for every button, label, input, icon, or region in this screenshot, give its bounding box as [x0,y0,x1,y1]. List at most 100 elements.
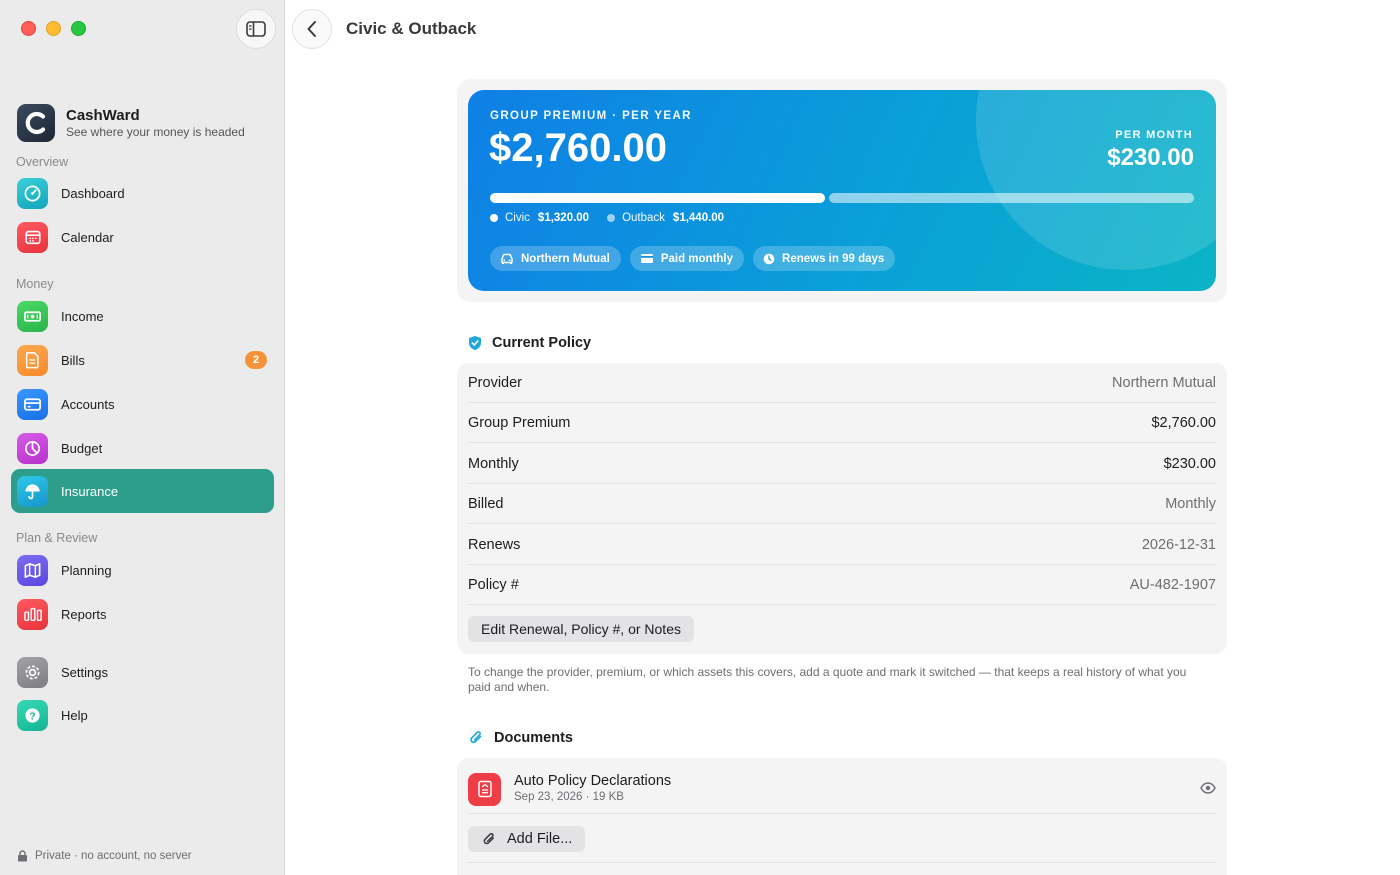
documents-card: Auto Policy Declarations Sep 23, 2026 · … [457,758,1227,875]
shield-check-icon [468,335,482,351]
map-icon [17,554,48,586]
hero-chips: Northern Mutual Paid monthly Renews in 9… [490,246,896,271]
sidebar-item-insurance[interactable]: Insurance [11,469,274,513]
documents-header: Documents [469,729,573,746]
chevron-left-icon [307,21,316,37]
toggle-sidebar-button[interactable] [236,9,276,49]
section-title: Current Policy [492,335,592,351]
sidebar-item-bills[interactable]: Bills 2 [11,338,274,382]
policy-row-provider: Provider Northern Mutual [468,363,1216,403]
sidebar-item-label: Help [61,707,88,723]
clock-icon [763,253,775,264]
lock-icon [18,850,27,862]
hero-kicker: GROUP PREMIUM · PER YEAR [490,110,692,122]
sidebar-item-accounts[interactable]: Accounts [11,382,274,426]
policy-row-billed: Billed Monthly [468,484,1216,524]
split-legend: Civic $1,320.00 Outback $1,440.00 [490,212,742,224]
sidebar-toggle-icon [246,21,266,37]
legend-name: Outback [622,212,665,224]
legend-value: $1,320.00 [537,212,590,224]
policy-row-policy-number: Policy # AU-482-1907 [468,565,1216,605]
sidebar-item-label: Settings [61,664,108,680]
policy-hint-text: To change the provider, premium, or whic… [468,665,1187,694]
sidebar-item-budget[interactable]: Budget [11,426,274,470]
divider [468,862,1216,863]
policy-details-card: Provider Northern Mutual Group Premium $… [457,363,1227,654]
card-icon [640,254,653,263]
premium-split-bar [490,193,1194,203]
gear-icon [17,656,48,688]
privacy-note: Private · no account, no server [17,850,192,862]
brand-tagline: See where your money is headed [66,124,245,139]
back-button[interactable] [292,9,332,49]
document-meta: Sep 23, 2026 · 19 KB [514,791,624,803]
legend-value: $1,440.00 [672,212,725,224]
hero-per-month-value: $230.00 [1107,144,1194,171]
preview-eye-icon[interactable] [1200,781,1216,799]
paperclip-icon [483,832,495,845]
pie-chart-icon [17,432,48,464]
section-label-plan: Plan & Review [16,531,98,545]
dashboard-icon [17,177,48,209]
sidebar-item-dashboard[interactable]: Dashboard [11,171,274,215]
sidebar-item-label: Bills [61,352,85,368]
sidebar-item-settings[interactable]: Settings [11,650,274,694]
section-label-overview: Overview [16,155,69,169]
hero-decoration [976,90,1216,270]
sidebar-item-reports[interactable]: Reports [11,592,274,636]
sidebar-item-label: Income [61,308,104,324]
policy-row-group-premium: Group Premium $2,760.00 [468,403,1216,443]
brand: CashWard See where your money is headed [17,104,245,142]
banknote-icon [17,300,48,332]
sidebar-item-label: Planning [61,562,112,578]
bills-count-badge: 2 [245,351,267,369]
legend-dot-outback [607,214,616,222]
minimize-window-button[interactable] [46,21,61,36]
privacy-note-text: Private · no account, no server [35,850,192,862]
page-title: Civic & Outback [346,19,477,38]
bar-chart-icon [17,598,48,630]
section-title: Documents [494,729,573,746]
window-controls [21,21,86,36]
chip-billing: Paid monthly [629,246,745,271]
credit-card-icon [17,388,48,420]
sidebar-item-label: Insurance [61,483,119,499]
document-name: Auto Policy Declarations [514,773,672,789]
sidebar-item-income[interactable]: Income [11,294,274,338]
policy-row-monthly: Monthly $230.00 [468,444,1216,484]
premium-hero-card: GROUP PREMIUM · PER YEAR $2,760.00 PER M… [468,90,1216,291]
brand-name: CashWard [66,106,140,124]
paperclip-icon [469,729,484,746]
sidebar-item-label: Dashboard [61,185,125,201]
legend-name: Civic [505,212,530,224]
svg-text:?: ? [29,711,35,722]
cashward-logo-icon [17,104,55,142]
sidebar: CashWard See where your money is headed … [0,0,285,875]
zoom-window-button[interactable] [71,21,86,36]
calendar-icon [17,221,48,253]
section-label-money: Money [16,277,54,291]
umbrella-icon [17,475,48,507]
chip-renewal: Renews in 99 days [753,246,896,271]
help-icon: ? [17,699,48,731]
edit-policy-button[interactable]: Edit Renewal, Policy #, or Notes [468,616,694,642]
car-icon [501,253,513,264]
hero-per-month-label: PER MONTH [1115,129,1193,141]
chip-provider: Northern Mutual [490,246,621,271]
pdf-document-icon [468,772,501,806]
hero-annual-amount: $2,760.00 [489,126,667,170]
sidebar-item-help[interactable]: ? Help [11,693,274,737]
document-row[interactable]: Auto Policy Declarations Sep 23, 2026 · … [468,765,1216,814]
legend-dot-civic [490,214,498,222]
current-policy-header: Current Policy [468,335,591,351]
sidebar-item-label: Accounts [61,396,115,412]
add-file-button[interactable]: Add File... [468,826,586,852]
sidebar-item-label: Budget [61,440,103,456]
sidebar-item-calendar[interactable]: Calendar [11,215,274,259]
sidebar-item-planning[interactable]: Planning [11,548,274,592]
document-icon [17,344,48,376]
split-bar-civic [490,193,825,203]
policy-row-renews: Renews 2026-12-31 [468,525,1216,565]
close-window-button[interactable] [21,21,36,36]
split-bar-outback [828,193,1194,203]
